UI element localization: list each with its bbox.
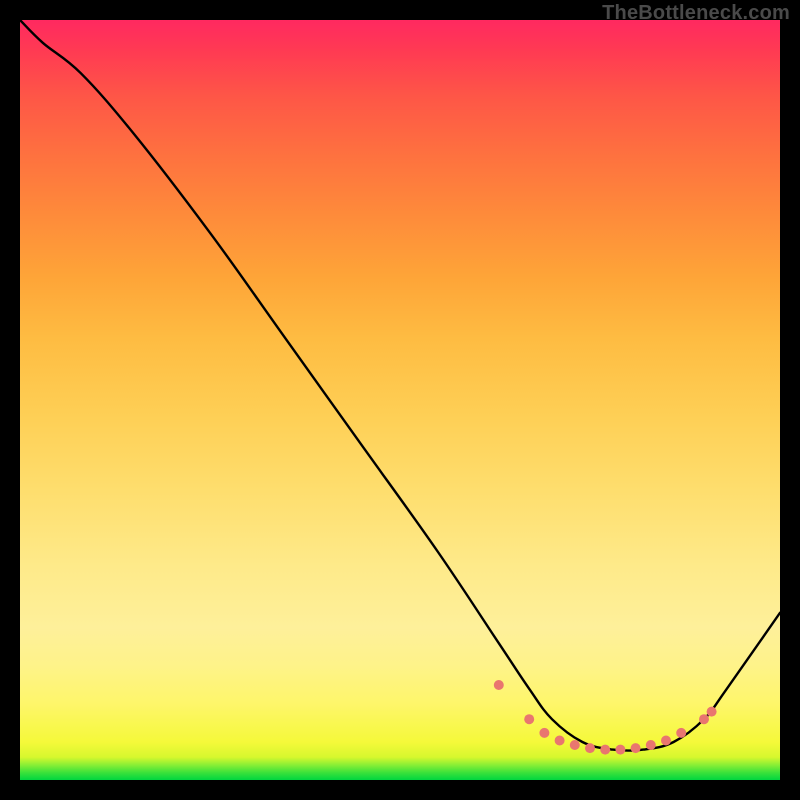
- data-marker: [494, 680, 504, 690]
- data-marker: [524, 714, 534, 724]
- data-marker: [699, 714, 709, 724]
- chart-svg: [20, 20, 780, 780]
- data-marker: [676, 728, 686, 738]
- data-marker: [661, 736, 671, 746]
- bottleneck-curve: [20, 20, 780, 751]
- data-marker: [570, 740, 580, 750]
- data-marker: [631, 743, 641, 753]
- marker-group: [494, 680, 717, 755]
- data-marker: [585, 743, 595, 753]
- chart-frame: [20, 20, 780, 780]
- data-marker: [646, 740, 656, 750]
- data-marker: [615, 745, 625, 755]
- data-marker: [600, 745, 610, 755]
- data-marker: [539, 728, 549, 738]
- watermark-text: TheBottleneck.com: [602, 2, 790, 25]
- data-marker: [707, 707, 717, 717]
- data-marker: [555, 736, 565, 746]
